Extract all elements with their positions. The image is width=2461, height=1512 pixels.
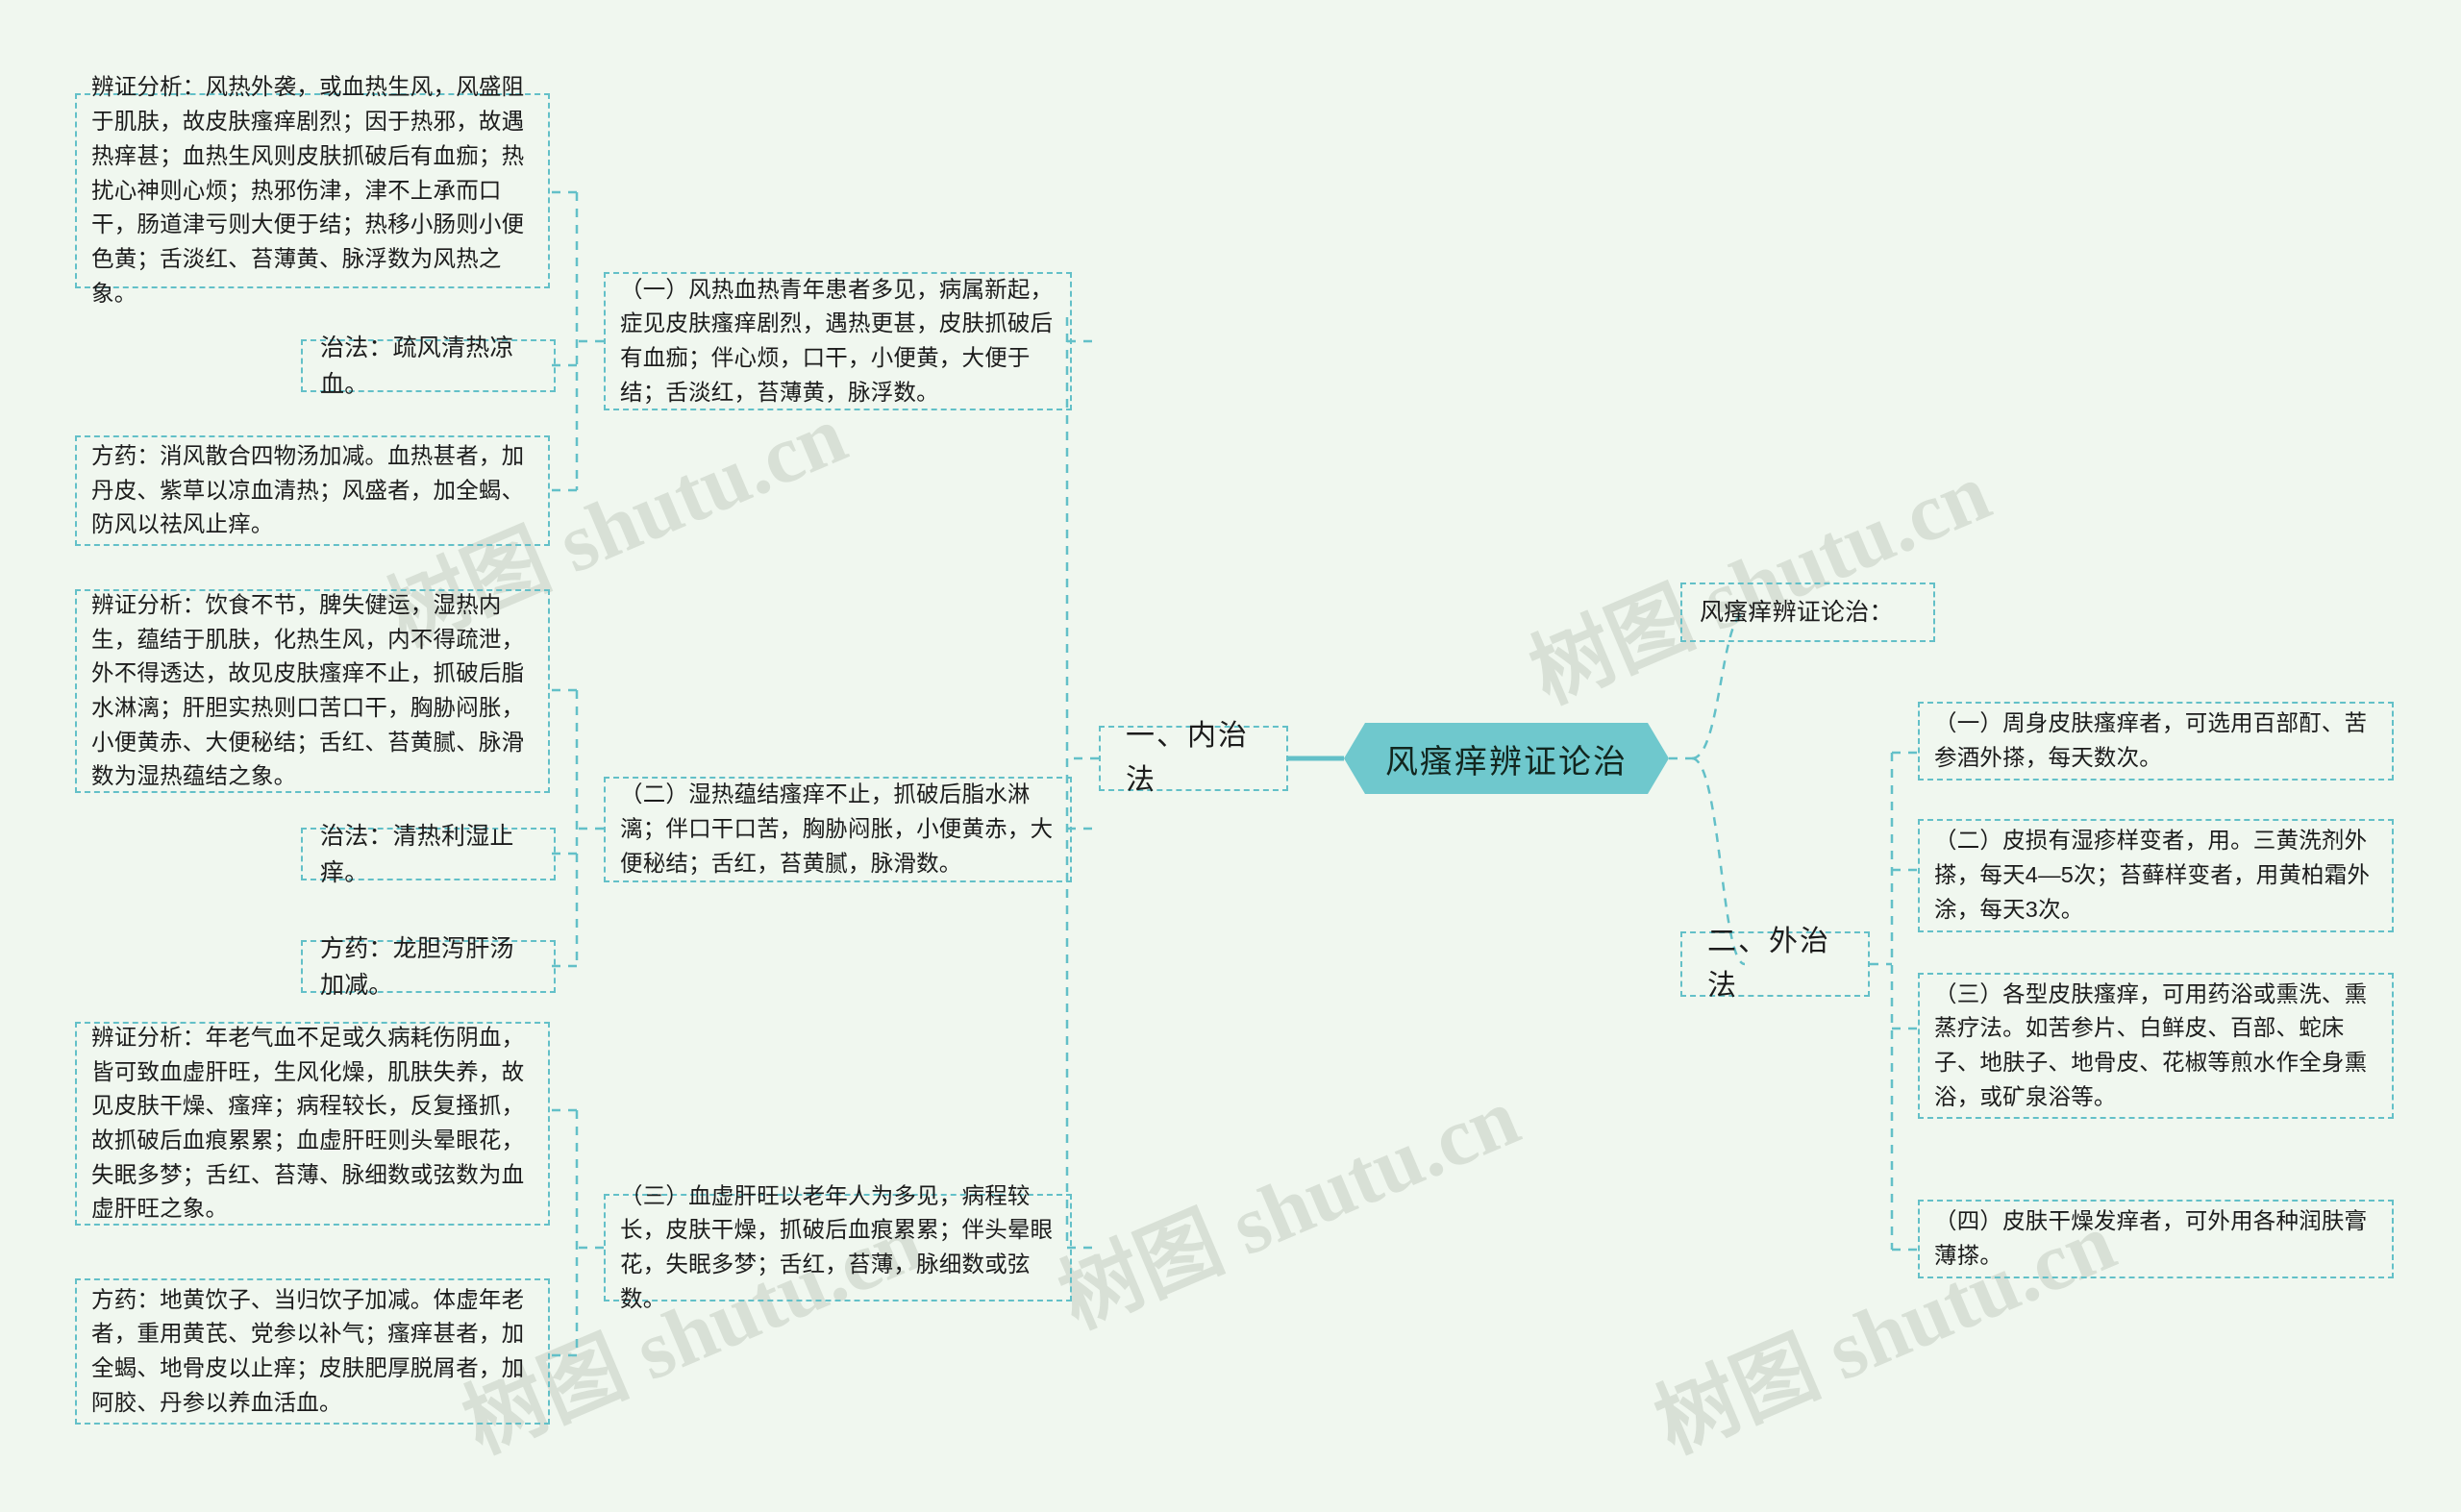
- formula-node-1[interactable]: 方药：消风散合四物汤加减。血热甚者，加丹皮、紫草以凉血清热；风盛者，加全蝎、防风…: [75, 435, 550, 546]
- external-item-3-text: （三）各型皮肤瘙痒，可用药浴或熏洗、熏蒸疗法。如苦参片、白鲜皮、百部、蛇床子、地…: [1934, 980, 2368, 1109]
- branch-external-treatment-label: 二、外治法: [1707, 926, 1830, 1002]
- watermark: 树图 shutu.cn: [1517, 445, 2002, 721]
- formula-node-2-text: 方药：龙胆泻肝汤加减。: [320, 934, 514, 999]
- formula-node-3[interactable]: 方药：地黄饮子、当归饮子加减。体虚年老者，重用黄芪、党参以补气；瘙痒甚者，加全蝎…: [75, 1278, 550, 1425]
- external-item-2[interactable]: （二）皮损有湿疹样变者，用。三黄洗剂外搽，每天4—5次；苔藓样变者，用黄柏霜外涂…: [1918, 819, 2394, 932]
- external-heading-node[interactable]: 风瘙痒辨证论治：: [1680, 582, 1935, 642]
- syndrome-node-2[interactable]: （二）湿热蕴结瘙痒不止，抓破后脂水淋漓；伴口干口苦，胸胁闷胀，小便黄赤，大便秘结…: [604, 777, 1072, 882]
- syndrome-node-2-text: （二）湿热蕴结瘙痒不止，抓破后脂水淋漓；伴口干口苦，胸胁闷胀，小便黄赤，大便秘结…: [620, 781, 1054, 876]
- syndrome-node-3-text: （三）血虚肝旺以老年人为多见，病程较长，皮肤干燥，抓破后血痕累累；伴头晕眼花，失…: [620, 1182, 1054, 1311]
- analysis-node-3-text: 辨证分析：年老气血不足或久病耗伤阴血，皆可致血虚肝旺，生风化燥，肌肤失养，故见皮…: [91, 1024, 525, 1222]
- mindmap-canvas: 树图 shutu.cn 树图 shutu.cn 树图 shutu.cn 树图 s…: [0, 0, 2461, 1512]
- treatment-node-1-text: 治法：疏风清热凉血。: [320, 334, 514, 398]
- external-item-1-text: （一）周身皮肤瘙痒者，可选用百部酊、苦参酒外搽，每天数次。: [1934, 710, 2368, 770]
- analysis-node-2-text: 辨证分析：饮食不节，脾失健运，湿热内生，蕴结于肌肤，化热生风，内不得疏泄，外不得…: [91, 591, 525, 789]
- formula-node-1-text: 方药：消风散合四物汤加减。血热甚者，加丹皮、紫草以凉血清热；风盛者，加全蝎、防风…: [91, 442, 525, 537]
- root-node-label: 风瘙痒辨证论治: [1385, 743, 1628, 781]
- formula-node-3-text: 方药：地黄饮子、当归饮子加减。体虚年老者，重用黄芪、党参以补气；瘙痒甚者，加全蝎…: [91, 1286, 525, 1415]
- branch-internal-treatment-label: 一、内治法: [1126, 720, 1249, 796]
- analysis-node-1-text: 辨证分析：风热外袭，或血热生风，风盛阻于肌肤，故皮肤瘙痒剧烈；因于热邪，故遇热痒…: [91, 74, 525, 306]
- syndrome-node-1[interactable]: （一）风热血热青年患者多见，病属新起，症见皮肤瘙痒剧烈，遇热更甚，皮肤抓破后有血…: [604, 272, 1072, 410]
- treatment-node-2[interactable]: 治法：清热利湿止痒。: [301, 823, 556, 886]
- external-item-2-text: （二）皮损有湿疹样变者，用。三黄洗剂外搽，每天4—5次；苔藓样变者，用黄柏霜外涂…: [1934, 828, 2371, 922]
- analysis-node-2[interactable]: 辨证分析：饮食不节，脾失健运，湿热内生，蕴结于肌肤，化热生风，内不得疏泄，外不得…: [75, 589, 550, 793]
- external-item-3[interactable]: （三）各型皮肤瘙痒，可用药浴或熏洗、熏蒸疗法。如苦参片、白鲜皮、百部、蛇床子、地…: [1918, 973, 2394, 1119]
- external-item-4-text: （四）皮肤干燥发痒者，可外用各种润肤膏薄搽。: [1934, 1208, 2368, 1268]
- analysis-node-3[interactable]: 辨证分析：年老气血不足或久病耗伤阴血，皆可致血虚肝旺，生风化燥，肌肤失养，故见皮…: [75, 1022, 550, 1226]
- root-node[interactable]: 风瘙痒辨证论治: [1344, 723, 1669, 794]
- external-item-4[interactable]: （四）皮肤干燥发痒者，可外用各种润肤膏薄搽。: [1918, 1200, 2394, 1278]
- treatment-node-1[interactable]: 治法：疏风清热凉血。: [301, 335, 556, 398]
- external-item-1[interactable]: （一）周身皮肤瘙痒者，可选用百部酊、苦参酒外搽，每天数次。: [1918, 702, 2394, 781]
- treatment-node-2-text: 治法：清热利湿止痒。: [320, 822, 514, 886]
- syndrome-node-1-text: （一）风热血热青年患者多见，病属新起，症见皮肤瘙痒剧烈，遇热更甚，皮肤抓破后有血…: [620, 276, 1054, 405]
- watermark: 树图 shutu.cn: [1046, 1070, 1531, 1346]
- external-heading-label: 风瘙痒辨证论治：: [1700, 599, 1894, 626]
- branch-internal-treatment[interactable]: 一、内治法: [1099, 720, 1288, 796]
- branch-external-treatment[interactable]: 二、外治法: [1680, 926, 1870, 1002]
- formula-node-2[interactable]: 方药：龙胆泻肝汤加减。: [301, 935, 556, 999]
- analysis-node-1[interactable]: 辨证分析：风热外袭，或血热生风，风盛阻于肌肤，故皮肤瘙痒剧烈；因于热邪，故遇热痒…: [75, 74, 550, 306]
- syndrome-node-3[interactable]: （三）血虚肝旺以老年人为多见，病程较长，皮肤干燥，抓破后血痕累累；伴头晕眼花，失…: [604, 1183, 1072, 1311]
